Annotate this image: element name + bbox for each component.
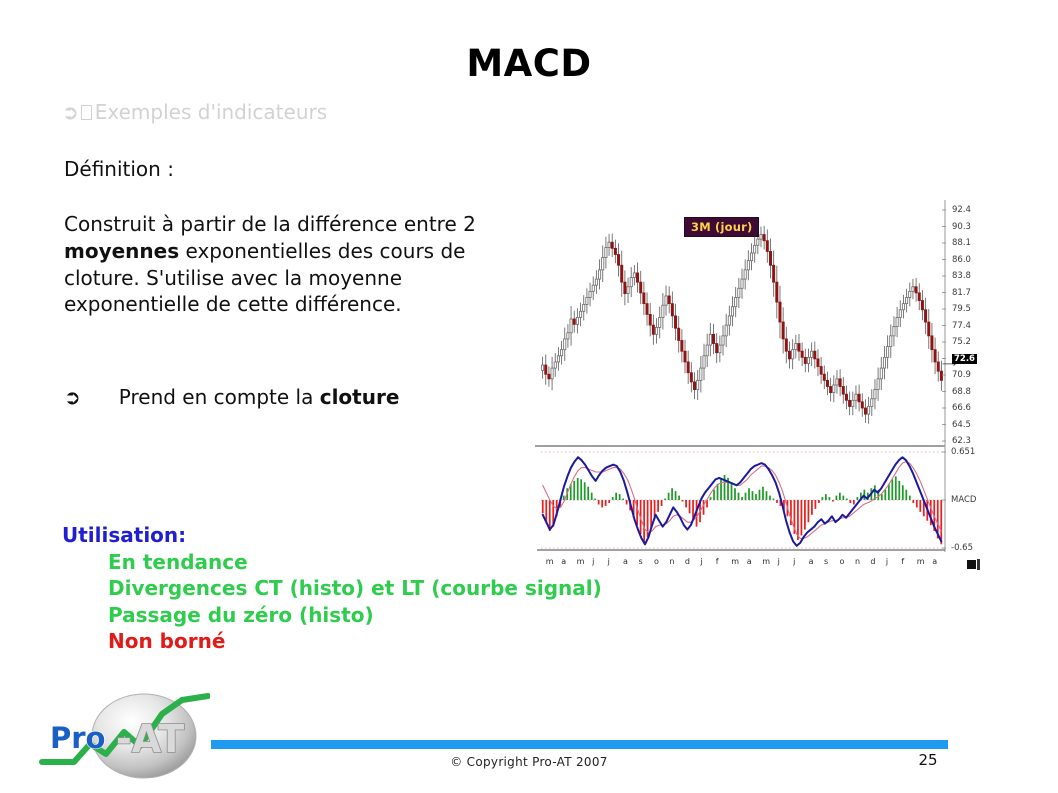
month-axis-label: m bbox=[762, 557, 770, 566]
page-number: 25 bbox=[918, 751, 938, 769]
month-axis-label: a bbox=[746, 557, 752, 566]
price-axis-label: 92.4 bbox=[952, 205, 971, 215]
macd-axis-label: -0.65 bbox=[951, 543, 973, 553]
paragraph-part-1: Construit à partir de la différence entr… bbox=[64, 212, 476, 236]
month-axis-label: o bbox=[839, 557, 845, 566]
month-axis-label: m bbox=[916, 557, 925, 566]
price-axis-label: 72.6 bbox=[952, 353, 977, 364]
month-axis-label: m bbox=[545, 557, 554, 566]
price-axis-label: 83.8 bbox=[952, 271, 971, 281]
copyright-text: © Copyright Pro-AT 2007 bbox=[450, 755, 608, 769]
macd-axis-label: 0.651 bbox=[951, 447, 976, 457]
missing-glyph-icon bbox=[80, 105, 92, 120]
chart-title-badge: 3M (jour) bbox=[684, 217, 760, 237]
utilisation-item-0: En tendance bbox=[108, 549, 248, 574]
arrow-bullet-icon: ➲ bbox=[64, 385, 81, 409]
utilisation-item-2: Passage du zéro (histo) bbox=[108, 602, 374, 627]
price-axis-label: 90.3 bbox=[952, 221, 971, 232]
definition-paragraph: Construit à partir de la différence entr… bbox=[64, 211, 496, 318]
month-axis-label: o bbox=[653, 557, 659, 566]
cloture-bullet-text: Prend en compte la bbox=[118, 385, 320, 409]
footer-accent-bar bbox=[211, 740, 948, 749]
month-axis-label: j bbox=[777, 557, 780, 566]
price-axis-label: 64.5 bbox=[952, 419, 971, 430]
month-axis-label: f bbox=[715, 557, 719, 566]
chart-canvas bbox=[535, 200, 946, 552]
svg-text:Pro: Pro bbox=[50, 721, 105, 755]
month-axis-label: a bbox=[932, 557, 938, 566]
month-axis-label: a bbox=[561, 557, 567, 566]
cloture-bullet-bold: cloture bbox=[319, 385, 400, 409]
price-axis-label: 86.0 bbox=[952, 254, 971, 265]
definition-label: Définition : bbox=[64, 157, 174, 181]
arrow-bullet-icon: ➲ bbox=[62, 100, 79, 124]
price-axis-label: 79.5 bbox=[952, 304, 971, 314]
price-axis-label: 66.6 bbox=[952, 403, 971, 413]
month-axis-label: j bbox=[592, 557, 595, 566]
month-axis-label: n bbox=[854, 557, 861, 566]
macd-axis-label: MACD bbox=[951, 495, 977, 506]
month-axis-label: d bbox=[870, 557, 876, 566]
month-axis-label: n bbox=[669, 557, 675, 566]
chart-corner-marker-secondary-icon bbox=[977, 559, 980, 570]
price-axis-label: 62.3 bbox=[952, 436, 971, 446]
utilisation-item-1: Divergences CT (histo) et LT (courbe sig… bbox=[108, 576, 602, 601]
page-title: MACD bbox=[466, 42, 592, 85]
utilisation-block: Utilisation: En tendance Divergences CT … bbox=[62, 522, 602, 655]
month-axis-label: f bbox=[901, 557, 905, 566]
price-axis-label: 81.7 bbox=[952, 287, 971, 298]
cloture-bullet: ➲ Prend en compte la cloture bbox=[64, 385, 524, 409]
month-axis-label: a bbox=[808, 557, 814, 566]
chart-corner-marker-icon bbox=[967, 560, 976, 569]
paragraph-bold-term: moyennes bbox=[64, 238, 180, 263]
month-axis-label: d bbox=[684, 557, 690, 566]
price-axis-label: 88.1 bbox=[952, 238, 971, 248]
slide-subtitle: ➲ Exemples d'indicateurs bbox=[62, 100, 327, 124]
slide-canvas: MACD ➲ Exemples d'indicateurs Définition … bbox=[0, 0, 1058, 793]
month-axis-label: j bbox=[793, 557, 796, 566]
month-axis-label: a bbox=[623, 557, 628, 566]
month-axis-label: j bbox=[885, 557, 889, 566]
utilisation-heading: Utilisation: bbox=[62, 523, 187, 547]
slide-subtitle-label: Exemples d'indicateurs bbox=[94, 100, 328, 124]
month-axis-label: m bbox=[576, 557, 585, 566]
price-axis-label: 68.8 bbox=[952, 386, 971, 397]
month-axis-label: s bbox=[638, 557, 643, 566]
price-axis-label: 70.9 bbox=[952, 370, 971, 380]
macd-chart: 3M (jour) ⟶ 92.4 90.3 88.1 86.0 83.8 81.7 79.5… bbox=[533, 196, 995, 578]
price-axis-label: 77.4 bbox=[952, 320, 971, 331]
month-axis-label: j bbox=[700, 557, 703, 566]
month-axis-label: s bbox=[824, 557, 829, 566]
month-axis-label: j bbox=[607, 557, 610, 566]
month-axis-label: m bbox=[731, 557, 740, 566]
utilisation-item-non-borne: Non borné bbox=[108, 629, 226, 654]
price-axis-label: 75.2 bbox=[952, 337, 971, 347]
